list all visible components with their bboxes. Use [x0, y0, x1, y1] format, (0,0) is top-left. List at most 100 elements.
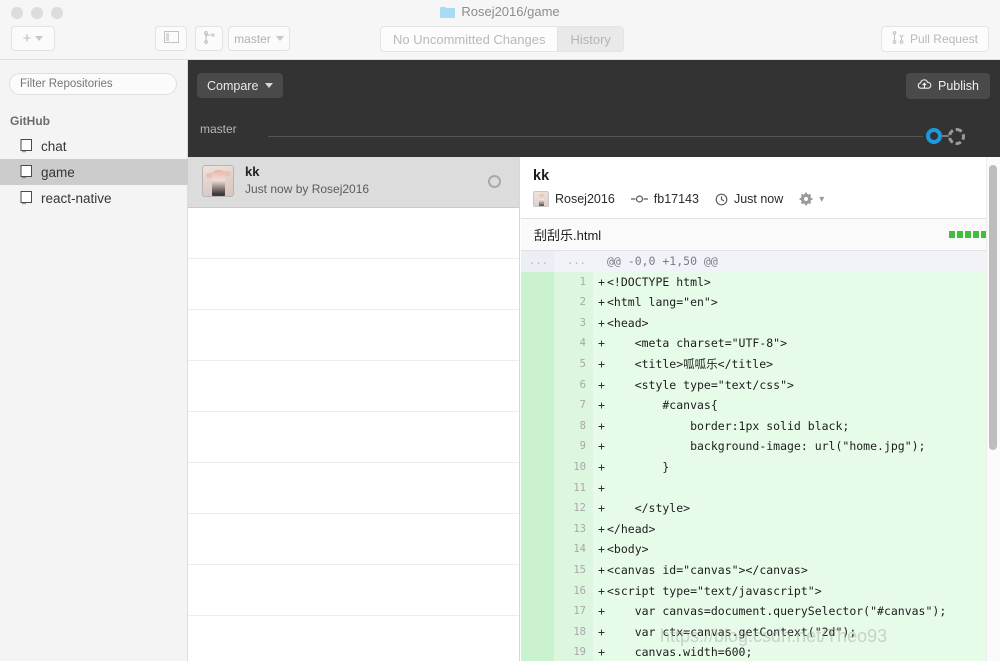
- title-bar: Rosej2016/game + master No Uncommitted C…: [0, 0, 1000, 60]
- diff-new-lineno: 4: [554, 333, 593, 354]
- filter-repositories-input[interactable]: [9, 73, 177, 95]
- gear-icon[interactable]: [799, 192, 813, 206]
- sidebar-item-label: react-native: [41, 190, 112, 206]
- diff-new-lineno: 2: [554, 292, 593, 313]
- diff-new-lineno: 5: [554, 353, 593, 375]
- diff-old-lineno: ...: [521, 251, 554, 272]
- compare-label: Compare: [207, 78, 259, 93]
- repository-icon: [20, 139, 33, 153]
- diff-viewer[interactable]: ...... @@ -0,0 +1,50 @@ 1 + <!DOCTYPE html> 2…: [521, 251, 1000, 661]
- commit-list-item[interactable]: [188, 565, 519, 616]
- diff-code: @@ -0,0 +1,50 @@: [607, 254, 718, 268]
- commit-list-item[interactable]: [188, 616, 519, 661]
- diff-old-lineno: [521, 601, 554, 622]
- commit-list-item[interactable]: [188, 412, 519, 463]
- diff-new-lineno: 16: [554, 580, 593, 602]
- commit-list-item[interactable]: [188, 463, 519, 514]
- sidebar-item-react-native[interactable]: react-native: [0, 185, 188, 211]
- diff-sign: +: [593, 374, 607, 396]
- commit-list-item[interactable]: [188, 208, 519, 259]
- commit-time: Just now: [733, 192, 784, 206]
- diff-new-lineno: 19: [554, 642, 593, 661]
- sidebar-item-label: game: [41, 164, 75, 180]
- tab-history[interactable]: History: [557, 27, 623, 51]
- new-branch-button[interactable]: [195, 26, 223, 51]
- diff-line: 3 + <head>: [521, 312, 1000, 334]
- diff-scrollbar-track[interactable]: [986, 157, 1000, 661]
- branch-selector-label: master: [234, 31, 271, 46]
- commit-list[interactable]: kk Just now by Rosej2016: [188, 157, 520, 661]
- repository-icon: [20, 191, 33, 205]
- folder-icon: [440, 6, 456, 18]
- plus-icon: +: [22, 30, 32, 47]
- publish-button[interactable]: Publish: [906, 73, 990, 99]
- commit-list-item[interactable]: [188, 514, 519, 565]
- commit-meta: Just now by Rosej2016: [245, 182, 370, 196]
- avatar: [202, 165, 234, 197]
- diff-code: [607, 477, 1000, 499]
- diff-old-lineno: [521, 559, 554, 581]
- panel-icon: [163, 31, 179, 46]
- diff-old-lineno: [521, 292, 554, 313]
- diff-new-lineno: 14: [554, 539, 593, 560]
- diff-sign: +: [593, 498, 607, 519]
- commit-list-item[interactable]: [188, 259, 519, 310]
- diff-code: background-image: url("home.jpg");: [607, 436, 1000, 457]
- diff-line: 7 + #canvas{: [521, 395, 1000, 416]
- diff-new-lineno: 15: [554, 559, 593, 581]
- clock-icon: [715, 193, 728, 206]
- commit-sha[interactable]: fb17143: [654, 192, 699, 206]
- pull-request-label: Pull Request: [909, 32, 978, 46]
- diff-new-lineno: 18: [554, 621, 593, 643]
- diff-old-lineno: [521, 353, 554, 375]
- branch-selector-button[interactable]: master: [228, 26, 290, 51]
- diff-new-lineno: 3: [554, 312, 593, 334]
- new-branch-icon: [203, 30, 216, 47]
- sidebar-item-chat[interactable]: chat: [0, 133, 188, 159]
- diff-sign: +: [593, 271, 607, 293]
- chevron-down-icon: [35, 36, 44, 41]
- compare-button[interactable]: Compare: [197, 73, 284, 98]
- diff-old-lineno: [521, 518, 554, 540]
- branch-node-current[interactable]: [926, 128, 942, 144]
- sidebar-item-label: chat: [41, 138, 67, 154]
- commit-detail-header: kk Rosej2016 fb17143 Just now ▾: [521, 157, 1000, 219]
- publish-label: Publish: [938, 79, 979, 93]
- diff-old-lineno: [521, 642, 554, 661]
- tab-uncommitted-changes[interactable]: No Uncommitted Changes: [381, 27, 557, 51]
- diff-code: var ctx=canvas.getContext("2d");: [607, 621, 1000, 643]
- diff-new-lineno: 10: [554, 456, 593, 478]
- diff-scrollbar-thumb[interactable]: [989, 165, 997, 450]
- app-window: Rosej2016/game + master No Uncommitted C…: [0, 0, 1000, 661]
- diff-new-lineno: 17: [554, 601, 593, 622]
- sidebar-group-label: GitHub: [10, 114, 50, 128]
- commit-list-item[interactable]: kk Just now by Rosej2016: [188, 157, 519, 208]
- diff-sign: +: [593, 477, 607, 499]
- diff-sign: +: [593, 539, 607, 560]
- branch-node-unpublished[interactable]: [948, 128, 965, 145]
- diff-line: 11 +: [521, 477, 1000, 499]
- sidebar-item-game[interactable]: game: [0, 159, 188, 185]
- diff-sign: +: [593, 642, 607, 661]
- diff-code: <canvas id="canvas"></canvas>: [607, 559, 1000, 581]
- add-repository-button[interactable]: +: [11, 26, 55, 51]
- diff-sign: +: [593, 456, 607, 478]
- commit-detail-meta: Rosej2016 fb17143 Just now ▾: [533, 191, 824, 207]
- view-mode-segmented-control[interactable]: No Uncommitted Changes History: [380, 26, 624, 52]
- sidebar-toggle-button[interactable]: [155, 26, 187, 51]
- diff-file-header[interactable]: 刮刮乐.html: [521, 219, 1000, 251]
- diff-sign: +: [593, 580, 607, 602]
- diff-code: border:1px solid black;: [607, 415, 1000, 437]
- diff-code: <meta charset="UTF-8">: [607, 333, 1000, 354]
- diff-sign: +: [593, 395, 607, 416]
- diff-line: 15 + <canvas id="canvas"></canvas>: [521, 559, 1000, 581]
- diff-line: 19 + canvas.width=600;: [521, 642, 1000, 661]
- window-title: Rosej2016/game: [0, 4, 1000, 19]
- diff-code: </head>: [607, 518, 1000, 540]
- commit-author: Rosej2016: [555, 192, 615, 206]
- diff-old-lineno: [521, 539, 554, 560]
- commit-list-item[interactable]: [188, 310, 519, 361]
- pull-request-button[interactable]: Pull Request: [880, 26, 989, 52]
- commit-list-item[interactable]: [188, 361, 519, 412]
- gear-dropdown-caret[interactable]: ▾: [819, 194, 824, 205]
